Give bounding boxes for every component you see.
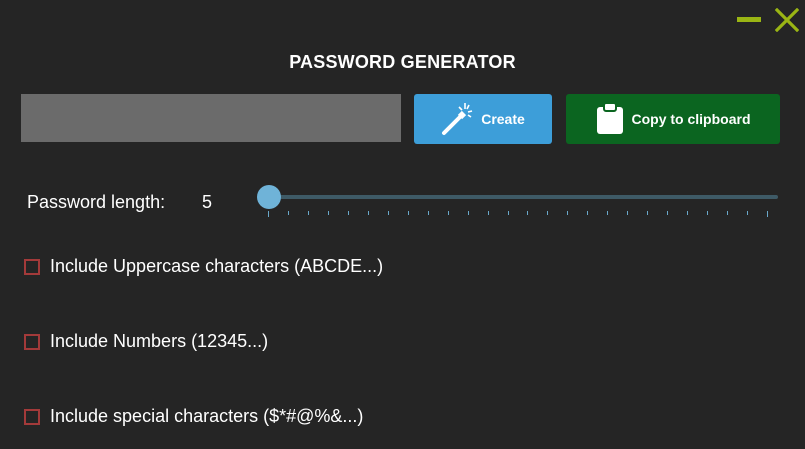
minimize-button[interactable]: [737, 8, 761, 32]
slider-tick: [747, 211, 748, 215]
close-icon: [775, 8, 799, 32]
close-button[interactable]: [775, 8, 799, 32]
create-button[interactable]: Create: [414, 94, 552, 144]
slider-tick: [607, 211, 608, 215]
create-button-label: Create: [481, 111, 525, 127]
copy-to-clipboard-button[interactable]: Copy to clipboard: [566, 94, 780, 144]
numbers-checkbox[interactable]: [24, 333, 40, 350]
slider-tick: [687, 211, 688, 215]
slider-tick: [587, 211, 588, 215]
page-title: PASSWORD GENERATOR: [289, 52, 516, 72]
slider-tick: [268, 211, 269, 217]
slider-tick: [328, 211, 329, 215]
uppercase-option[interactable]: Include Uppercase characters (ABCDE...): [24, 256, 383, 277]
slider-tick: [428, 211, 429, 215]
slider-ticks: [268, 211, 768, 217]
slider-tick: [627, 211, 628, 215]
password-length-label: Password length:: [27, 192, 166, 212]
window-controls: [737, 8, 799, 32]
slider-tick: [348, 211, 349, 215]
copy-button-label: Copy to clipboard: [631, 111, 751, 127]
minimize-icon: [737, 17, 761, 22]
slider-tick: [527, 211, 528, 215]
uppercase-checkbox[interactable]: [24, 258, 40, 275]
special-characters-checkbox[interactable]: [24, 408, 40, 425]
slider-tick: [448, 211, 449, 215]
numbers-option-label: Include Numbers (12345...): [50, 331, 269, 351]
slider-tick: [727, 211, 728, 215]
password-length-slider[interactable]: [257, 184, 780, 220]
slider-tick: [308, 211, 309, 215]
password-output-field[interactable]: [21, 94, 401, 142]
password-length-value: 5: [202, 192, 213, 212]
slider-track: [268, 195, 778, 199]
uppercase-option-label: Include Uppercase characters (ABCDE...): [50, 256, 384, 276]
slider-tick: [468, 211, 469, 215]
slider-tick: [388, 211, 389, 215]
slider-tick: [508, 211, 509, 215]
slider-tick: [288, 211, 289, 215]
magic-wand-icon: [441, 100, 475, 139]
clipboard-icon: [596, 101, 624, 137]
slider-tick: [488, 211, 489, 215]
slider-tick: [567, 211, 568, 215]
slider-tick: [368, 211, 369, 215]
special-characters-option-label: Include special characters ($*#@%&...): [50, 406, 364, 426]
slider-tick: [667, 211, 668, 215]
numbers-option[interactable]: Include Numbers (12345...): [24, 331, 268, 352]
slider-thumb[interactable]: [257, 185, 281, 209]
slider-tick: [707, 211, 708, 215]
slider-tick: [647, 211, 648, 215]
slider-tick: [408, 211, 409, 215]
slider-tick: [547, 211, 548, 215]
special-characters-option[interactable]: Include special characters ($*#@%&...): [24, 406, 363, 427]
slider-tick: [767, 211, 768, 217]
